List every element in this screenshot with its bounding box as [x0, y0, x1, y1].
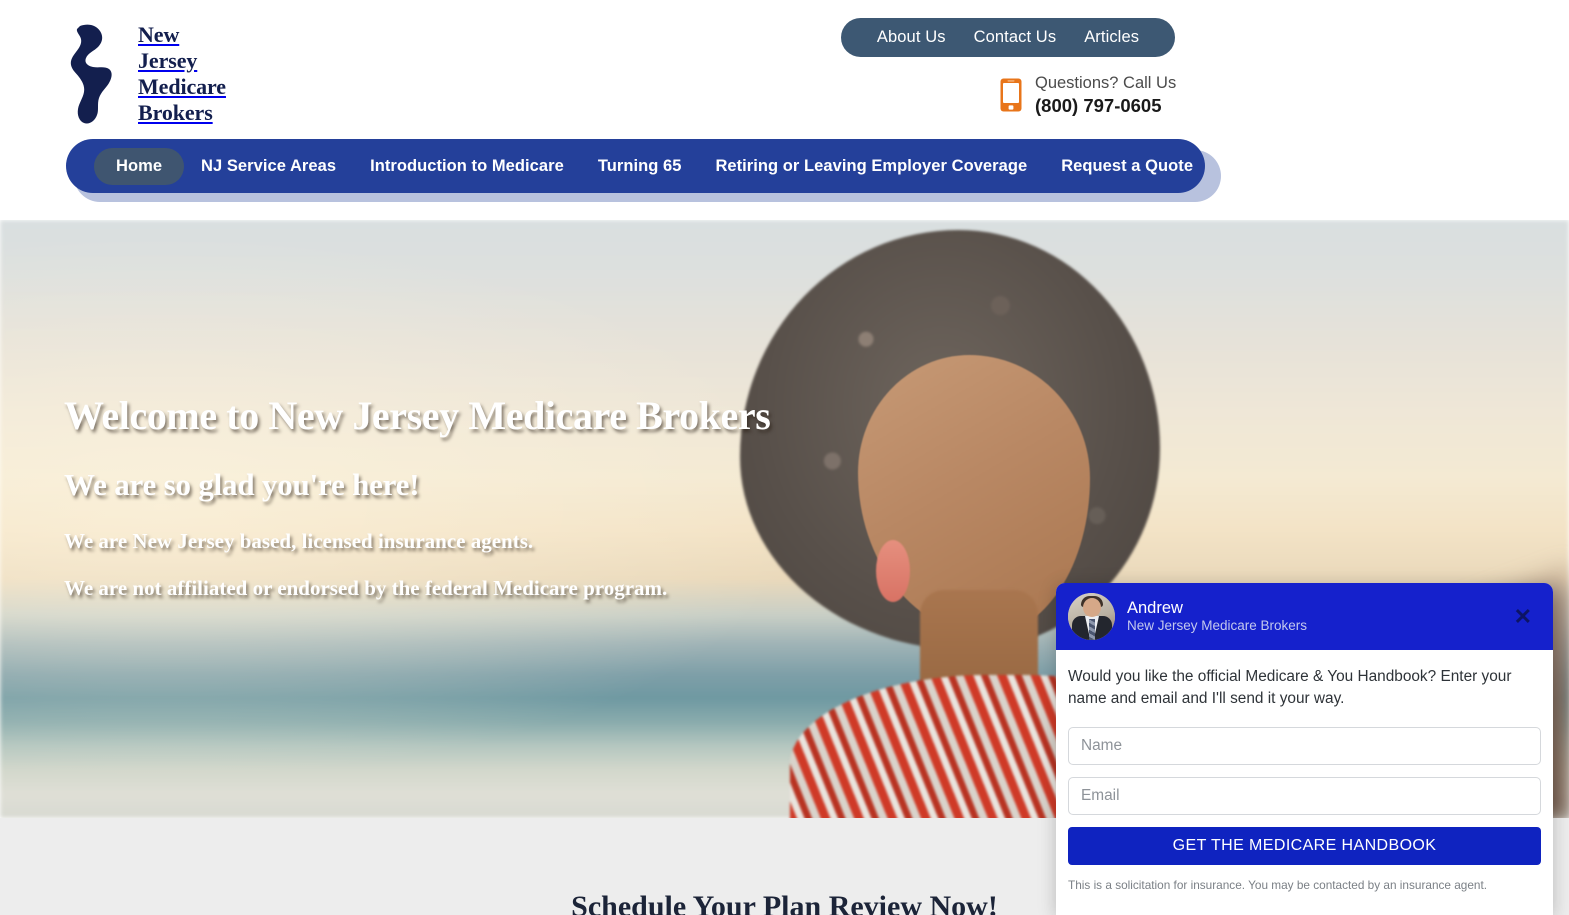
- hero-line-2: We are not affiliated or endorsed by the…: [64, 576, 668, 600]
- phone-label: Questions? Call Us: [1035, 74, 1177, 92]
- utility-nav-item-about-us[interactable]: About Us: [877, 28, 946, 47]
- chat-widget: Andrew New Jersey Medicare Brokers ✕ Wou…: [1056, 583, 1553, 915]
- site-header: New Jersey Medicare Brokers About Us Con…: [0, 0, 1569, 220]
- portrait-earring: [876, 540, 910, 602]
- main-navigation: Home NJ Service Areas Introduction to Me…: [66, 139, 1221, 202]
- agent-company: New Jersey Medicare Brokers: [1127, 618, 1308, 634]
- close-x-icon[interactable]: ✕: [1510, 602, 1536, 632]
- nav-item-request-a-quote[interactable]: Request a Quote: [1044, 148, 1210, 185]
- email-input[interactable]: [1068, 776, 1541, 815]
- agent-identity: Andrew New Jersey Medicare Brokers: [1127, 598, 1307, 636]
- nav-item-turning-65[interactable]: Turning 65: [581, 148, 699, 185]
- nav-item-home[interactable]: Home: [94, 147, 185, 185]
- nav-item-retiring-or-leaving-employer-coverage[interactable]: Retiring or Leaving Employer Coverage: [698, 148, 1044, 185]
- logo-line-3: Medicare: [138, 74, 226, 99]
- phone-contact-block[interactable]: Questions? Call Us (800) 797-0605: [1000, 72, 1176, 118]
- mobile-phone-icon: [1000, 78, 1022, 112]
- chat-widget-body: Would you like the official Medicare & Y…: [1056, 650, 1553, 894]
- hero-copy: Welcome to New Jersey Medicare Brokers W…: [64, 392, 771, 601]
- nav-item-nj-service-areas[interactable]: NJ Service Areas: [184, 148, 353, 185]
- chat-disclaimer: This is a solicitation for insurance. Yo…: [1068, 877, 1488, 892]
- logo-line-4: Brokers: [138, 99, 213, 125]
- nav-bar: Home NJ Service Areas Introduction to Me…: [66, 139, 1205, 193]
- logo-wordmark: New Jersey Medicare Brokers: [138, 22, 226, 126]
- logo-line-2: Jersey: [138, 48, 198, 74]
- utility-nav-item-articles[interactable]: Articles: [1084, 28, 1139, 47]
- hero-line-1: We are New Jersey based, licensed insura…: [64, 529, 534, 553]
- chat-widget-header: Andrew New Jersey Medicare Brokers ✕: [1056, 583, 1553, 650]
- logo-line-1: New: [138, 22, 180, 48]
- utility-nav-item-contact-us[interactable]: Contact Us: [974, 28, 1057, 47]
- name-input[interactable]: [1068, 726, 1541, 765]
- new-jersey-state-map-icon: [70, 24, 112, 124]
- hero-heading: Welcome to New Jersey Medicare Brokers: [64, 393, 771, 438]
- page-root: New Jersey Medicare Brokers About Us Con…: [0, 0, 1569, 915]
- phone-text-group: Questions? Call Us (800) 797-0605: [1035, 72, 1176, 118]
- chat-message: Would you like the official Medicare & Y…: [1068, 668, 1512, 707]
- nav-item-introduction-to-medicare[interactable]: Introduction to Medicare: [353, 148, 581, 185]
- hero-subheading: We are so glad you're here!: [64, 467, 420, 502]
- agent-avatar: [1068, 593, 1115, 640]
- utility-nav: About Us Contact Us Articles: [841, 18, 1175, 57]
- agent-name: Andrew: [1127, 598, 1183, 617]
- site-logo[interactable]: New Jersey Medicare Brokers: [66, 22, 226, 126]
- phone-number[interactable]: (800) 797-0605: [1035, 94, 1176, 118]
- get-the-medicare-handbook-button[interactable]: GET THE MEDICARE HANDBOOK: [1068, 826, 1541, 865]
